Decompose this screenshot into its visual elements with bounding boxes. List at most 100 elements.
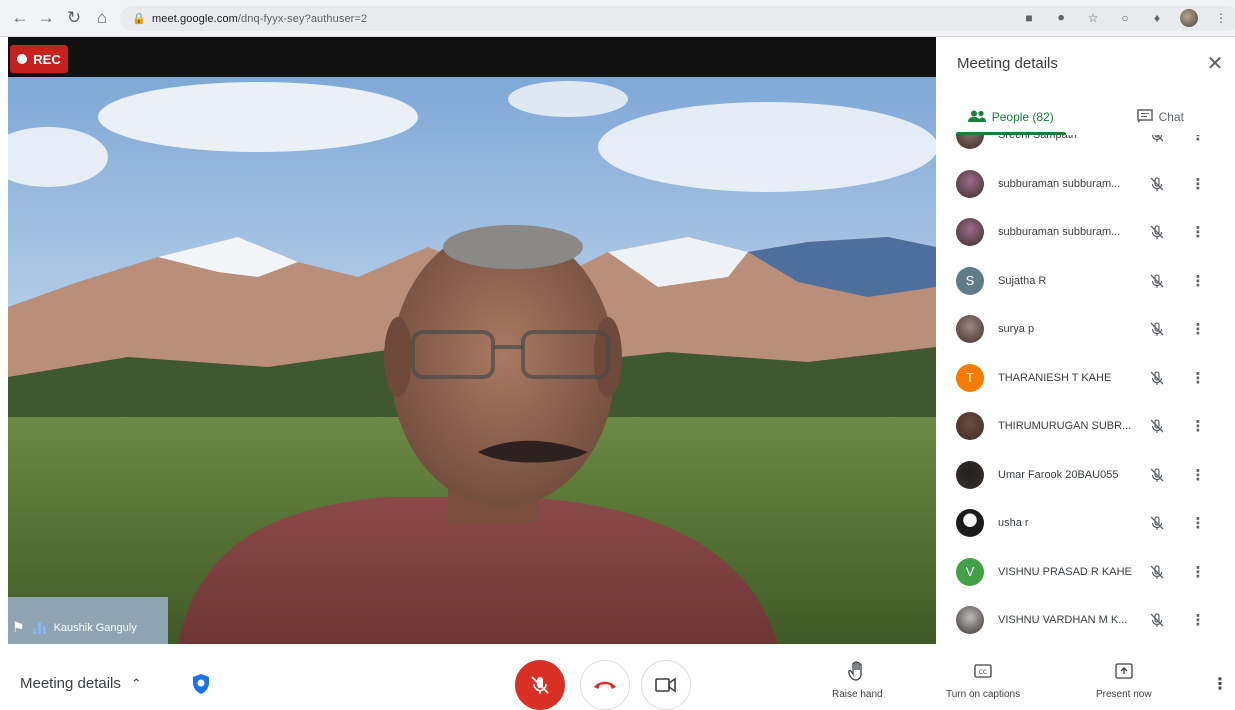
forward-arrow-icon[interactable]: → [32,4,60,32]
camera-button[interactable] [641,660,691,710]
mic-off-icon[interactable] [1148,320,1166,338]
participant-name: VISHNU PRASAD R KAHE [998,566,1132,578]
chevron-up-icon: ⌃ [131,676,142,692]
participant-row[interactable]: SSujatha R⋮ [936,257,1235,305]
recording-label: REC [33,52,60,67]
video-camera-icon [655,677,677,693]
participant-name: subburaman subburam... [998,226,1120,238]
mic-off-icon[interactable] [1148,135,1166,144]
captions-button[interactable]: CC Turn on captions [946,660,1020,700]
participant-row[interactable]: subburaman subburam... ⋮ [936,160,1235,208]
address-bar[interactable]: 🔒 meet.google.com/dnq-fyyx-sey?authuser=… [120,6,1235,31]
key-icon[interactable]: ⚫ [1052,9,1070,27]
extension-icon[interactable]: ○ [1116,9,1134,27]
more-vert-icon[interactable]: ⋮ [1192,175,1204,193]
tab-chat[interactable]: Chat [1086,99,1235,135]
reload-icon[interactable]: ↻ [60,4,88,32]
participant-row[interactable]: surya p ⋮ [936,305,1235,353]
video-stage: REC [8,37,936,644]
more-vert-icon[interactable]: ⋮ [1192,135,1204,144]
more-vert-icon[interactable]: ⋮ [1192,272,1204,290]
participant-name: subburaman subburam... [998,178,1120,190]
tab-people-label: People (82) [992,110,1054,124]
camera-indicator-icon[interactable]: ■ [1020,9,1038,27]
more-vert-icon[interactable]: ⋮ [1192,417,1204,435]
svg-text:CC: CC [979,669,987,676]
avatar [956,509,984,537]
more-vert-icon[interactable]: ⋮ [1192,223,1204,241]
mic-off-icon[interactable] [1148,175,1166,193]
meeting-controls-bar: Meeting details ⌃ Raise hand CC Turn on … [0,644,1235,704]
shield-icon[interactable] [190,673,212,695]
present-now-label: Present now [1096,689,1152,700]
more-vert-icon[interactable]: ⋮ [1192,563,1204,581]
mic-off-icon[interactable] [1148,611,1166,629]
avatar [956,170,984,198]
mic-off-icon[interactable] [1148,223,1166,241]
close-icon[interactable]: ✕ [1203,51,1227,75]
raise-hand-button[interactable]: Raise hand [832,660,883,700]
captions-label: Turn on captions [946,689,1020,700]
mic-off-icon[interactable] [1148,272,1166,290]
participant-video [8,77,936,644]
avatar [956,135,984,149]
browser-menu-icon[interactable]: ⋮ [1212,9,1230,27]
mic-off-icon[interactable] [1148,563,1166,581]
more-vert-icon[interactable]: ⋮ [1192,369,1204,387]
participant-name: THIRUMURUGAN SUBR... [998,420,1131,432]
people-icon [968,110,986,125]
participant-row[interactable]: VISHNU VARDHAN M K... ⋮ [936,596,1235,644]
avatar [956,315,984,343]
avatar [956,218,984,246]
recording-badge: REC [10,45,68,73]
participant-row[interactable]: V VISHNU PRASAD R KAHE ⋮ [936,548,1235,596]
back-arrow-icon[interactable]: ← [6,4,34,32]
leave-call-button[interactable] [580,660,630,710]
participant-name: Sreeni Sampath [998,135,1077,141]
participant-name: Umar Farook 20BAU055 [998,469,1118,481]
home-icon[interactable]: ⌂ [88,4,116,32]
avatar: T [956,364,984,392]
mic-off-icon[interactable] [1148,369,1166,387]
participant-row[interactable]: Umar Farook 20BAU055 ⋮ [936,451,1235,499]
star-icon[interactable]: ☆ [1084,9,1102,27]
browser-toolbar: ← → ↻ ⌂ 🔒 meet.google.com/dnq-fyyx-sey?a… [0,0,1235,37]
mic-off-icon[interactable] [1148,417,1166,435]
more-vert-icon[interactable]: ⋮ [1192,466,1204,484]
puzzle-icon[interactable]: ♦ [1148,9,1166,27]
mic-off-icon [529,674,551,696]
pin-icon[interactable]: ⚑ [12,619,25,636]
speaker-name-tag: ⚑ Kaushik Ganguly [12,619,137,636]
mic-off-button[interactable] [515,660,565,710]
participant-name: THARANIESH T KAHE [998,372,1111,384]
closed-captions-icon: CC [972,660,994,682]
profile-avatar[interactable] [1180,9,1198,27]
more-vert-icon[interactable]: ⋮ [1192,514,1204,532]
participant-row[interactable]: THIRUMURUGAN SUBR... ⋮ [936,402,1235,450]
tab-people[interactable]: People (82) [936,99,1086,135]
participant-row[interactable]: Sreeni Sampath ⋮ [936,135,1235,159]
participant-name: surya p [998,323,1034,335]
mic-off-icon[interactable] [1148,514,1166,532]
tab-chat-label: Chat [1159,110,1184,124]
avatar [956,412,984,440]
participant-row[interactable]: usha r ⋮ [936,499,1235,547]
avatar [956,606,984,634]
avatar: V [956,558,984,586]
present-now-button[interactable]: Present now [1096,660,1152,700]
participant-row[interactable]: subburaman subburam... ⋮ [936,208,1235,256]
url-text: meet.google.com/dnq-fyyx-sey?authuser=2 [152,13,367,25]
more-vert-icon[interactable]: ⋮ [1192,611,1204,629]
video-top-band [8,37,936,77]
hand-icon [846,660,868,682]
meeting-details-toggle[interactable]: Meeting details ⌃ [20,675,142,692]
raise-hand-label: Raise hand [832,689,883,700]
participant-name: VISHNU VARDHAN M K... [998,614,1127,626]
phone-hangup-icon [593,679,617,691]
participant-name: usha r [998,517,1029,529]
more-options-icon[interactable]: ⋮ [1212,674,1228,694]
participant-row[interactable]: T THARANIESH T KAHE ⋮ [936,354,1235,402]
more-vert-icon[interactable]: ⋮ [1192,320,1204,338]
mic-off-icon[interactable] [1148,466,1166,484]
meeting-details-panel: Meeting details ✕ People (82) Chat Sreen… [936,37,1235,644]
